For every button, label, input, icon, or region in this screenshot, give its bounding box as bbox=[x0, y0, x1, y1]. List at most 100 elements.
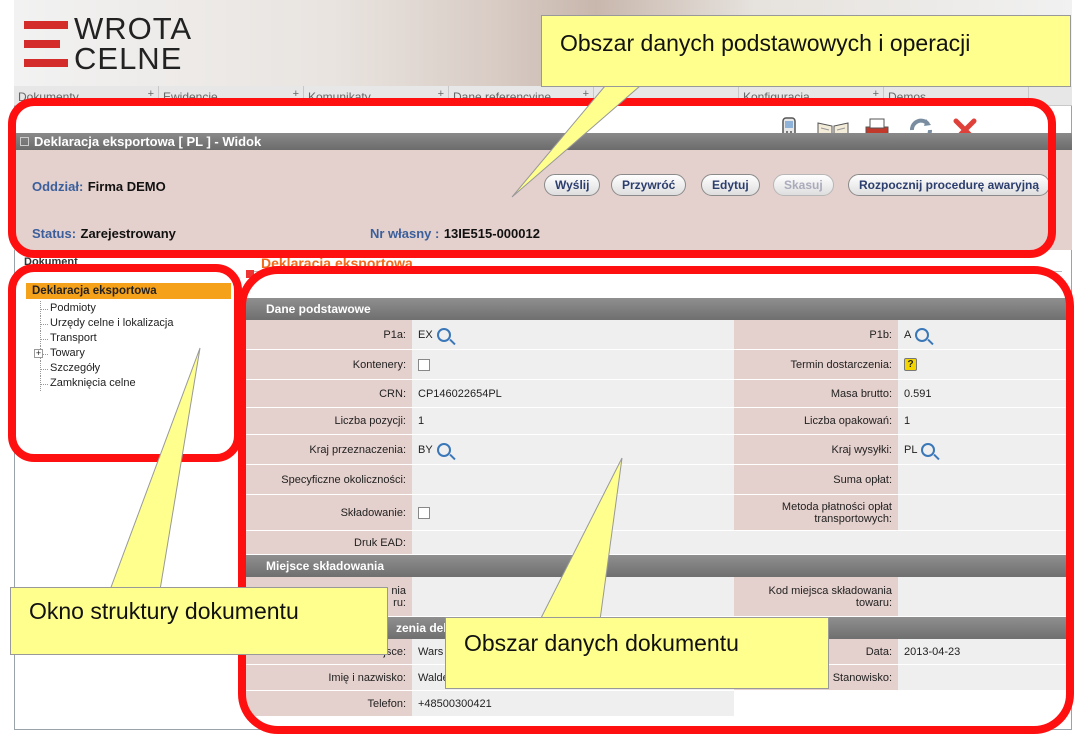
restore-button[interactable]: Przywróć bbox=[611, 174, 687, 196]
menu-item-ewidencje[interactable]: Ewidencje + bbox=[159, 86, 304, 106]
main-menu: Dokumenty + Ewidencje + Komunikaty + Dane r… bbox=[14, 86, 1072, 106]
edit-button[interactable]: Edytuj bbox=[701, 174, 760, 196]
metoda-platnosci-label: Metoda płatności opłat transportowych: bbox=[734, 495, 898, 530]
menu-item-demos[interactable]: Demos bbox=[884, 86, 1029, 106]
kraj-wysylki-value: PL bbox=[904, 443, 918, 456]
kontenery-field bbox=[412, 350, 734, 379]
menu-item-dokumenty[interactable]: Dokumenty + bbox=[14, 86, 159, 106]
suma-oplat-label: Suma opłat: bbox=[734, 465, 898, 494]
logo-text-line2: CELNE bbox=[74, 41, 183, 76]
send-button[interactable]: Wyślij bbox=[544, 174, 601, 196]
logo-text-line1: WROTA bbox=[74, 11, 193, 46]
suma-oplat-value bbox=[898, 465, 1070, 494]
telefon-value: +48500300421 bbox=[412, 691, 734, 716]
p1b-field: A bbox=[898, 320, 1070, 349]
menu-item-komunikaty[interactable]: Komunikaty + bbox=[304, 86, 449, 106]
tree-item[interactable]: Podmioty bbox=[26, 301, 238, 316]
kod-miejsca-label: Kod miejsca składowania towaru: bbox=[734, 577, 898, 616]
kraj-przeznaczenia-field: BY bbox=[412, 435, 734, 464]
search-icon[interactable] bbox=[436, 442, 451, 457]
section-title: Deklaracja eksportowa bbox=[261, 255, 413, 271]
termin-label: Termin dostarczenia: bbox=[734, 350, 898, 379]
liczba-pozycji-label: Liczba pozycji: bbox=[246, 408, 412, 434]
menu-item-raporty[interactable]: Ra bbox=[594, 86, 739, 106]
tree-item[interactable]: Zamknięcia celne bbox=[26, 376, 238, 391]
status-value: Zarejestrowany bbox=[80, 226, 176, 241]
crn-value: CP146022654PL bbox=[412, 380, 734, 407]
specyficzne-value bbox=[412, 465, 734, 494]
menu-item-konfiguracja[interactable]: Konfiguracja + bbox=[739, 86, 884, 106]
expand-icon: + bbox=[872, 88, 879, 100]
warning-icon[interactable]: ? bbox=[904, 358, 917, 371]
expand-icon: + bbox=[582, 88, 589, 100]
imie-nazwisko-label: Imię i nazwisko: bbox=[246, 665, 412, 690]
metoda-platnosci-value bbox=[898, 495, 1070, 530]
section-divider bbox=[246, 271, 1062, 272]
oddzial-field: Oddział: Firma DEMO bbox=[32, 178, 166, 196]
tree-item[interactable]: Urzędy celne i lokalizacja bbox=[26, 316, 238, 331]
logo-mark bbox=[24, 17, 68, 71]
callout-document: Obszar danych dokumentu bbox=[445, 617, 829, 689]
tree-item[interactable]: Transport bbox=[26, 331, 238, 346]
nr-wlasny-value: 13IE515-000012 bbox=[443, 226, 540, 241]
band-miejsce-skladowania: Miejsce składowania bbox=[246, 555, 1070, 577]
miejsce-skladowania-value bbox=[412, 577, 734, 616]
oddzial-value: Firma DEMO bbox=[87, 179, 166, 194]
search-icon[interactable] bbox=[921, 442, 936, 457]
tree-item-selected[interactable]: Deklaracja eksportowa bbox=[26, 283, 231, 299]
druk-ead-label: Druk EAD: bbox=[246, 531, 412, 554]
skladowanie-field bbox=[412, 495, 734, 530]
callout-operations: Obszar danych podstawowych i operacji bbox=[541, 15, 1071, 87]
crn-label: CRN: bbox=[246, 380, 412, 407]
callout-tree: Okno struktury dokumentu bbox=[10, 587, 388, 655]
status-label: Status: bbox=[32, 226, 77, 241]
kraj-przeznaczenia-label: Kraj przeznaczenia: bbox=[246, 435, 412, 464]
status-field: Status: Zarejestrowany bbox=[32, 225, 176, 243]
kod-miejsca-value bbox=[898, 577, 1070, 616]
stanowisko-value bbox=[898, 665, 1070, 690]
search-icon[interactable] bbox=[915, 327, 930, 342]
masa-label: Masa brutto: bbox=[734, 380, 898, 407]
expand-icon[interactable]: + bbox=[34, 349, 43, 358]
termin-field: ? bbox=[898, 350, 1070, 379]
delete-button[interactable]: Skasuj bbox=[773, 174, 834, 196]
p1a-label: P1a: bbox=[246, 320, 412, 349]
tree-tab[interactable]: Dokument bbox=[24, 256, 78, 268]
operations-panel: Oddział: Firma DEMO Status: Zarejestrowa… bbox=[14, 150, 1072, 250]
p1a-field: EX bbox=[412, 320, 734, 349]
window-title: Deklaracja eksportowa [ PL ] - Widok bbox=[34, 134, 262, 149]
document-tree: Deklaracja eksportowa Podmioty Urzędy ce… bbox=[26, 283, 238, 391]
kraj-wysylki-field: PL bbox=[898, 435, 1070, 464]
specyficzne-label: Specyficzne okoliczności: bbox=[246, 465, 412, 494]
p1a-value: EX bbox=[418, 328, 433, 341]
emergency-procedure-button[interactable]: Rozpocznij procedurę awaryjną bbox=[848, 174, 1051, 196]
tree-item-expandable[interactable]: + Towary bbox=[26, 346, 238, 361]
telefon-label: Telefon: bbox=[246, 691, 412, 716]
druk-ead-value bbox=[412, 531, 1070, 554]
band-dane-podstawowe: Dane podstawowe bbox=[246, 298, 1070, 320]
kontenery-label: Kontenery: bbox=[246, 350, 412, 379]
p1b-value: A bbox=[904, 328, 912, 341]
search-icon[interactable] bbox=[436, 327, 451, 342]
liczba-opakowan-label: Liczba opakowań: bbox=[734, 408, 898, 434]
liczba-pozycji-value: 1 bbox=[412, 408, 734, 434]
expand-icon: + bbox=[292, 88, 299, 100]
nr-wlasny-label: Nr własny : bbox=[370, 226, 440, 241]
skladowanie-checkbox[interactable] bbox=[418, 506, 430, 519]
grip-icon bbox=[20, 137, 29, 146]
section-marker bbox=[246, 270, 254, 278]
nr-wlasny-field: Nr własny : 13IE515-000012 bbox=[370, 225, 540, 243]
expand-icon: + bbox=[437, 88, 444, 100]
p1b-label: P1b: bbox=[734, 320, 898, 349]
data-value: 2013-04-23 bbox=[898, 639, 1070, 664]
kontenery-checkbox[interactable] bbox=[418, 358, 430, 371]
app-logo: WROTA CELNE bbox=[24, 11, 193, 76]
masa-value: 0.591 bbox=[898, 380, 1070, 407]
liczba-opakowan-value: 1 bbox=[898, 408, 1070, 434]
skladowanie-label: Składowanie: bbox=[246, 495, 412, 530]
tree-item[interactable]: Szczegóły bbox=[26, 361, 238, 376]
menu-item-dane-referencyjne[interactable]: Dane referencyjne + bbox=[449, 86, 594, 106]
kraj-wysylki-label: Kraj wysyłki: bbox=[734, 435, 898, 464]
window-title-bar: Deklaracja eksportowa [ PL ] - Widok bbox=[14, 133, 1072, 150]
oddzial-label: Oddział: bbox=[32, 179, 84, 194]
